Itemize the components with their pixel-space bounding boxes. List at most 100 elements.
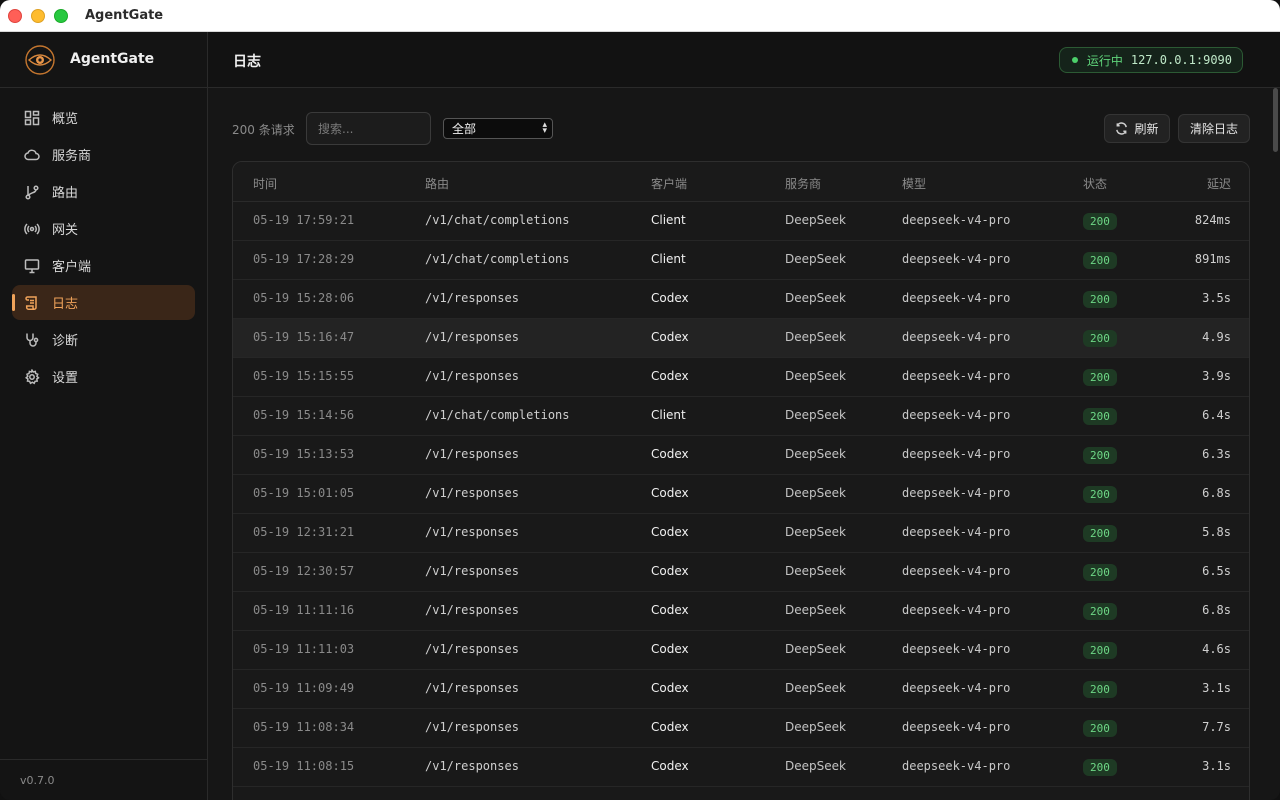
col-header-route: 路由	[425, 177, 450, 191]
log-table: 时间 路由 客户端 服务商 模型 状态 延迟 05-19 17:59:21/v1…	[232, 161, 1250, 800]
stethoscope-icon	[24, 332, 40, 348]
log-latency: 3.5s	[1202, 291, 1231, 305]
log-client: Codex	[651, 525, 689, 539]
log-client: Codex	[651, 330, 689, 344]
table-row[interactable]: 05-19 17:28:29/v1/chat/completions Client…	[233, 241, 1249, 280]
sidebar-item-providers[interactable]: 服务商	[12, 137, 195, 172]
table-row[interactable]: 05-19 12:30:57/v1/responses Codex DeepSeek…	[233, 553, 1249, 592]
table-row[interactable]: 05-19 15:01:05/v1/responses Codex DeepSeek…	[233, 475, 1249, 514]
log-latency: 6.3s	[1202, 447, 1231, 461]
log-model: deepseek-v4-pro	[902, 408, 1011, 422]
log-provider: DeepSeek	[785, 759, 846, 773]
status-badge: 200	[1083, 720, 1117, 737]
request-count: 200 条请求	[232, 123, 295, 137]
log-route: /v1/responses	[425, 291, 519, 305]
sidebar-item-routes[interactable]: 路由	[12, 174, 195, 209]
table-row[interactable]: 05-19 11:08:15/v1/responses Codex DeepSeek…	[233, 748, 1249, 787]
refresh-button[interactable]: 刷新	[1104, 114, 1170, 143]
sidebar-item-overview[interactable]: 概览	[12, 100, 195, 135]
title-bar: AgentGate	[0, 0, 1280, 32]
table-row[interactable]: 05-19 11:08:34/v1/responses Codex DeepSeek…	[233, 709, 1249, 748]
log-route: /v1/responses	[425, 759, 519, 773]
maximize-window-button[interactable]	[54, 9, 68, 23]
log-model: deepseek-v4-pro	[902, 330, 1011, 344]
client-filter-select[interactable]: 全部 ▴ ▾	[443, 118, 553, 139]
log-latency: 3.1s	[1202, 681, 1231, 695]
table-row[interactable]: 05-19 11:09:49/v1/responses Codex DeepSeek…	[233, 670, 1249, 709]
log-client: Codex	[651, 681, 689, 695]
table-row[interactable]: 05-19 11:11:16/v1/responses Codex DeepSeek…	[233, 592, 1249, 631]
log-client: Codex	[651, 759, 689, 773]
log-latency: 4.9s	[1202, 330, 1231, 344]
close-window-button[interactable]	[8, 9, 22, 23]
table-row[interactable]: 05-19 15:15:55/v1/responses Codex DeepSeek…	[233, 358, 1249, 397]
log-provider: DeepSeek	[785, 447, 846, 461]
log-route: /v1/responses	[425, 642, 519, 656]
status-badge: 200	[1083, 447, 1117, 464]
log-route: /v1/responses	[425, 447, 519, 461]
log-time: 05-19 17:28:29	[253, 252, 355, 266]
table-row[interactable]: 05-19 15:13:53/v1/responses Codex DeepSeek…	[233, 436, 1249, 475]
log-client: Codex	[651, 291, 689, 305]
sidebar-item-logs[interactable]: 日志	[12, 285, 195, 320]
sidebar-item-gateway[interactable]: 网关	[12, 211, 195, 246]
log-route: /v1/chat/completions	[425, 213, 570, 227]
sidebar-footer: v0.7.0	[0, 759, 207, 800]
log-latency: 6.8s	[1202, 603, 1231, 617]
minimize-window-button[interactable]	[31, 9, 45, 23]
log-route: /v1/responses	[425, 603, 519, 617]
log-client: Client	[651, 252, 686, 266]
sidebar-item-label: 服务商	[52, 149, 92, 164]
agentgate-logo-icon	[25, 45, 55, 75]
log-model: deepseek-v4-pro	[902, 447, 1011, 461]
refresh-icon	[1116, 122, 1128, 135]
sidebar-item-diagnostics[interactable]: 诊断	[12, 322, 195, 357]
git-branch-icon	[24, 184, 40, 200]
table-row[interactable]: 05-19 17:59:21/v1/chat/completions Client…	[233, 202, 1249, 241]
gear-icon	[24, 368, 40, 385]
sidebar-item-label: 设置	[52, 371, 79, 386]
log-latency: 824ms	[1194, 213, 1231, 227]
status-badge: 200	[1083, 486, 1117, 503]
log-model: deepseek-v4-pro	[902, 486, 1011, 500]
search-input[interactable]	[306, 112, 431, 145]
app-version: v0.7.0	[20, 774, 55, 787]
status-badge: 200	[1083, 603, 1117, 620]
log-provider: DeepSeek	[785, 642, 846, 656]
log-provider: DeepSeek	[785, 213, 846, 227]
brand-name: AgentGate	[70, 51, 155, 67]
log-time: 05-19 11:11:03	[253, 642, 355, 656]
status-badge: 200	[1083, 408, 1117, 425]
log-client: Codex	[651, 642, 689, 656]
clear-logs-button[interactable]: 清除日志	[1178, 114, 1250, 143]
log-provider: DeepSeek	[785, 291, 846, 305]
table-row[interactable]: 05-19 15:28:06/v1/responses Codex DeepSeek…	[233, 280, 1249, 319]
log-latency: 5.8s	[1202, 525, 1231, 539]
log-model: deepseek-v4-pro	[902, 525, 1011, 539]
sidebar-item-label: 网关	[52, 223, 79, 238]
sidebar-item-label: 路由	[52, 186, 79, 201]
log-route: /v1/chat/completions	[425, 252, 570, 266]
cloud-icon	[24, 147, 40, 163]
log-provider: DeepSeek	[785, 252, 846, 266]
status-badge: 200	[1083, 564, 1117, 581]
sidebar-item-clients[interactable]: 客户端	[12, 248, 195, 283]
status-badge: 200	[1083, 759, 1117, 776]
table-row[interactable]: 05-19 15:16:47/v1/responses Codex DeepSeek…	[233, 319, 1249, 358]
dashboard-icon	[24, 110, 40, 126]
log-time: 05-19 17:59:21	[253, 213, 355, 227]
table-row[interactable]: 05-19 12:31:21/v1/responses Codex DeepSeek…	[233, 514, 1249, 553]
scrollbar-thumb[interactable]	[1273, 88, 1278, 152]
log-latency: 6.4s	[1202, 408, 1231, 422]
table-row[interactable]: 05-19 15:14:56/v1/chat/completions Client…	[233, 397, 1249, 436]
status-badge: 200	[1083, 252, 1117, 269]
log-route: /v1/responses	[425, 525, 519, 539]
sidebar-item-settings[interactable]: 设置	[12, 359, 195, 394]
refresh-label: 刷新	[1134, 122, 1159, 136]
scrollbar[interactable]	[1273, 88, 1279, 800]
table-row[interactable]: 05-19 11:11:03/v1/responses Codex DeepSeek…	[233, 631, 1249, 670]
log-route: /v1/responses	[425, 681, 519, 695]
log-route: /v1/responses	[425, 486, 519, 500]
log-provider: DeepSeek	[785, 486, 846, 500]
table-header: 时间 路由 客户端 服务商 模型 状态 延迟	[233, 162, 1249, 202]
